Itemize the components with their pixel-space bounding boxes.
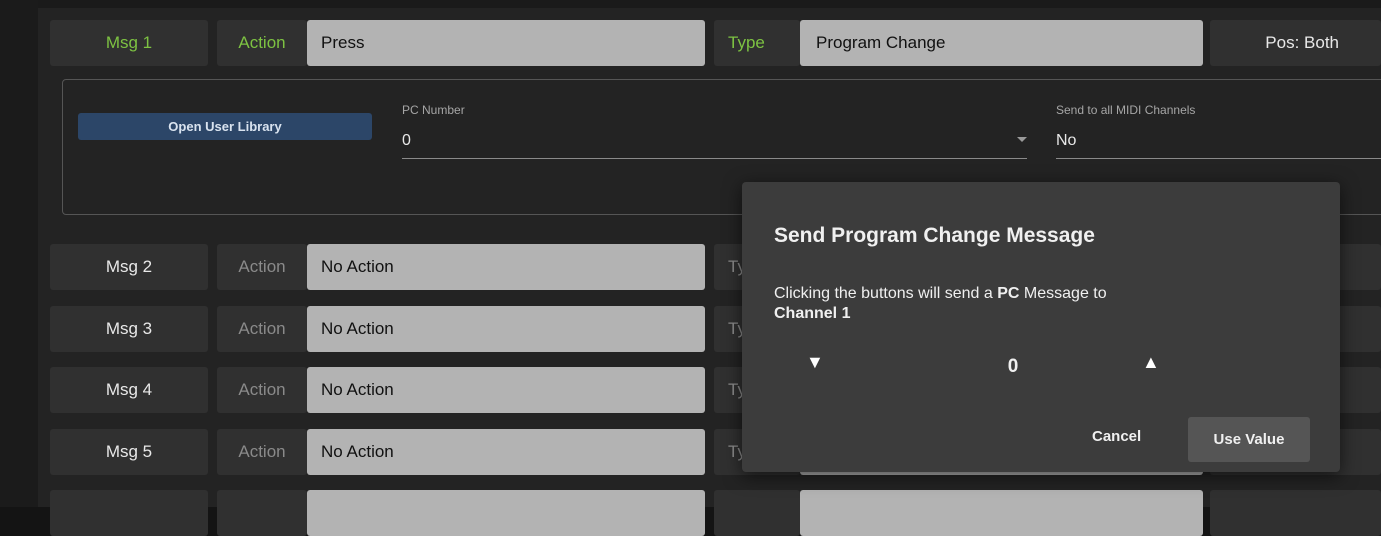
msg-label[interactable]: Msg 1 [50, 20, 208, 66]
top-strip [38, 0, 1381, 8]
action-label [217, 490, 307, 536]
msg-label[interactable]: Msg 3 [50, 306, 208, 352]
dialog-text-prefix: Clicking the buttons will send a [774, 285, 998, 302]
open-user-library-button[interactable]: Open User Library [78, 113, 372, 140]
dialog-message: Clicking the buttons will send a PC Mess… [774, 284, 1294, 324]
action-label: Action [217, 20, 307, 66]
message-row-6 [38, 490, 1381, 536]
action-select[interactable] [307, 490, 705, 536]
message-row-1: Msg 1 Action Press Type Program Change P… [38, 20, 1381, 66]
chevron-down-icon[interactable] [1017, 137, 1027, 142]
dialog-text-channel: Channel 1 [774, 305, 851, 322]
action-label: Action [217, 367, 307, 413]
type-select[interactable]: Program Change [800, 20, 1203, 66]
action-select[interactable]: Press [307, 20, 705, 66]
decrement-arrow-icon[interactable]: ▼ [806, 352, 824, 373]
dialog-title: Send Program Change Message [774, 224, 1095, 247]
msg-label[interactable] [50, 490, 208, 536]
send-all-label: Send to all MIDI Channels [1056, 103, 1196, 117]
pc-value-display: 0 [1007, 356, 1019, 377]
msg-label[interactable]: Msg 4 [50, 367, 208, 413]
program-change-dialog: Send Program Change Message Clicking the… [742, 182, 1340, 472]
left-sidebar [0, 0, 38, 507]
action-label: Action [217, 429, 307, 475]
action-label: Action [217, 244, 307, 290]
dialog-text-pc: PC [997, 285, 1020, 302]
action-select[interactable]: No Action [307, 429, 705, 475]
type-label [714, 490, 800, 536]
cancel-button[interactable]: Cancel [1092, 428, 1141, 445]
position-select[interactable]: Pos: Both [1210, 20, 1381, 66]
send-all-value[interactable]: No [1056, 132, 1076, 150]
pc-number-label: PC Number [402, 103, 465, 117]
action-select[interactable]: No Action [307, 367, 705, 413]
pc-number-underline [402, 158, 1027, 159]
type-select[interactable] [800, 490, 1203, 536]
action-select[interactable]: No Action [307, 244, 705, 290]
pc-number-value[interactable]: 0 [402, 132, 411, 150]
use-value-button[interactable]: Use Value [1188, 417, 1310, 462]
dialog-text-mid: Message to [1019, 285, 1107, 302]
increment-arrow-icon[interactable]: ▲ [1142, 352, 1160, 373]
position-select[interactable] [1210, 490, 1381, 536]
action-select[interactable]: No Action [307, 306, 705, 352]
msg-label[interactable]: Msg 2 [50, 244, 208, 290]
type-label: Type [714, 20, 800, 66]
send-all-underline [1056, 158, 1381, 159]
msg-label[interactable]: Msg 5 [50, 429, 208, 475]
action-label: Action [217, 306, 307, 352]
